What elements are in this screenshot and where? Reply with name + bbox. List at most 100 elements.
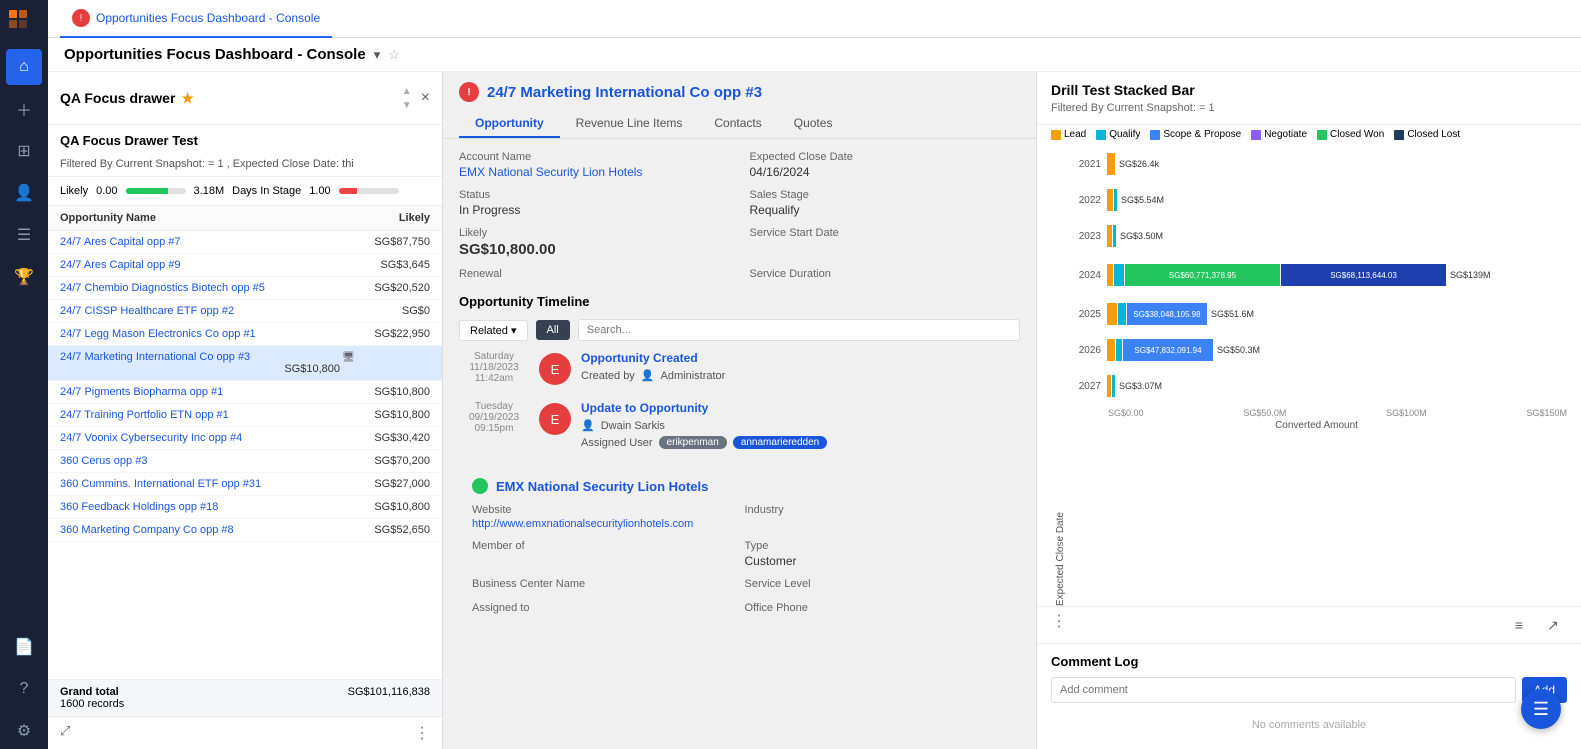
bar-row-2027: 2027 SG$3.07M (1066, 368, 1567, 404)
chart-filter-icon[interactable]: ≡ (1505, 611, 1533, 639)
opp-link[interactable]: 24/7 Chembio Diagnostics Biotech opp #5 (60, 282, 340, 294)
nav-add[interactable]: ＋ (6, 91, 42, 127)
fab-button[interactable]: ☰ (1521, 689, 1561, 729)
opp-link[interactable]: 360 Cerus opp #3 (60, 455, 340, 467)
opp-link[interactable]: 24/7 Ares Capital opp #7 (60, 236, 340, 248)
opp-link[interactable]: 360 Feedback Holdings opp #18 (60, 501, 340, 513)
seg-lead-2022[interactable] (1107, 189, 1113, 211)
badge-annamarie: annamarieredden (733, 436, 827, 449)
account-title[interactable]: EMX National Security Lion Hotels (496, 479, 708, 494)
drawer-star[interactable]: ★ (181, 90, 194, 107)
account-grid: Website http://www.emxnationalsecurityli… (472, 504, 1007, 616)
opp-link[interactable]: 24/7 Legg Mason Electronics Co opp #1 (60, 328, 340, 340)
seg-qualify-2025[interactable] (1118, 303, 1126, 325)
bar-label-2025: 2025 (1066, 309, 1101, 320)
opp-link[interactable]: 24/7 Ares Capital opp #9 (60, 259, 340, 271)
bars-2023: SG$3.50M (1107, 225, 1567, 247)
seg-qualify-2024[interactable] (1114, 264, 1124, 286)
seg-lead-2027[interactable] (1107, 375, 1111, 397)
legend-closed-won-dot (1317, 130, 1327, 140)
app-logo (9, 10, 39, 35)
seg-lead-2026[interactable] (1107, 339, 1115, 361)
seg-lead-2024[interactable] (1107, 264, 1113, 286)
scroll-up[interactable]: ▲ (399, 84, 415, 98)
field-sales-stage: Sales Stage Requalify (750, 189, 1021, 217)
opp-link[interactable]: 360 Cummins. International ETF opp #31 (60, 478, 340, 490)
chart-expand-icon[interactable]: ↗ (1539, 611, 1567, 639)
opp-title[interactable]: 24/7 Marketing International Co opp #3 (487, 84, 762, 101)
opp-link[interactable]: 24/7 CISSP Healthcare ETF opp #2 (60, 305, 340, 317)
no-comments-text: No comments available (1051, 711, 1567, 739)
seg-scope-2026[interactable]: SG$47,832,091.94 (1123, 339, 1213, 361)
value-close-date: 04/16/2024 (750, 165, 1021, 179)
legend-negotiate: Negotiate (1251, 129, 1307, 140)
table-row: 360 Feedback Holdings opp #18 SG$10,800 (48, 496, 442, 519)
x-axis: SG$0.00 SG$50.0M SG$100M SG$150M (1066, 404, 1567, 418)
value-account-name[interactable]: EMX National Security Lion Hotels (459, 165, 730, 179)
tab-revenue-line-items[interactable]: Revenue Line Items (560, 110, 699, 138)
opp-link[interactable]: 24/7 Training Portfolio ETN opp #1 (60, 409, 340, 421)
value-website[interactable]: http://www.emxnationalsecuritylionhotels… (472, 518, 735, 530)
tab-opportunity[interactable]: Opportunity (459, 110, 560, 138)
nav-home[interactable]: ⌂ (6, 49, 42, 85)
tab-opportunities[interactable]: ! Opportunities Focus Dashboard - Consol… (60, 0, 332, 38)
seg-scope-2025[interactable]: SG$38,048,105.98 (1127, 303, 1207, 325)
more-options[interactable]: ⋮ (414, 723, 430, 743)
opp-link[interactable]: 24/7 Voonix Cybersecurity Inc opp #4 (60, 432, 340, 444)
timeline-title-2[interactable]: Update to Opportunity (581, 401, 1020, 415)
user-icon-2: 👤 (581, 419, 595, 432)
field-account-name: Account Name EMX National Security Lion … (459, 151, 730, 179)
value-type: Customer (745, 554, 1008, 568)
filter-all[interactable]: All (536, 320, 570, 340)
legend-lead: Lead (1051, 129, 1086, 140)
comment-input[interactable] (1051, 677, 1516, 703)
comment-log-title: Comment Log (1051, 654, 1567, 669)
nav-filter[interactable]: ☰ (6, 217, 42, 253)
seg-qualify-2022[interactable] (1114, 189, 1117, 211)
seg-qualify-2027[interactable] (1112, 375, 1115, 397)
legend-qualify-dot (1096, 130, 1106, 140)
timeline-date-1: Saturday 11/18/2023 11:42am (459, 351, 529, 385)
seg-lead-2025[interactable] (1107, 303, 1117, 325)
progress-value-right: 3.18M (194, 185, 225, 197)
nav-grid[interactable]: ⊞ (6, 133, 42, 169)
field-industry: Industry (745, 504, 1008, 530)
dropdown-icon[interactable]: ▾ (374, 47, 381, 63)
drawer-close[interactable]: × (421, 89, 430, 107)
opp-link[interactable]: 24/7 Pigments Biopharma opp #1 (60, 386, 340, 398)
scroll-down[interactable]: ▼ (399, 98, 415, 112)
opp-link[interactable]: 360 Marketing Company Co opp #8 (60, 524, 340, 536)
tab-contacts[interactable]: Contacts (698, 110, 777, 138)
chart-more-options[interactable]: ⋮ (1051, 611, 1067, 639)
opp-link[interactable]: 24/7 Marketing International Co opp #3 (60, 351, 340, 363)
seg-qualify-2026[interactable] (1116, 339, 1122, 361)
legend-closed-won: Closed Won (1317, 129, 1384, 140)
focus-drawer: QA Focus drawer ★ ▲ ▼ × QA Focus Drawer … (48, 72, 443, 749)
nav-trophy[interactable]: 🏆 (6, 259, 42, 295)
user-icon-1: 👤 (641, 369, 655, 382)
timeline-assignment: Assigned User erikpenman annamarieredden (581, 436, 1020, 449)
nav-settings[interactable]: ⚙ (6, 713, 42, 749)
table-row: 360 Marketing Company Co opp #8 SG$52,65… (48, 519, 442, 542)
timeline-item-2: Tuesday 09/19/2023 09:15pm E Update to O… (459, 401, 1020, 449)
seg-qualify-2023[interactable] (1113, 225, 1116, 247)
filter-related[interactable]: Related ▾ (459, 320, 528, 341)
dashboard-title: Opportunities Focus Dashboard - Console (64, 46, 366, 63)
nav-user[interactable]: 👤 (6, 175, 42, 211)
progress-label-stage: Days In Stage (232, 185, 301, 197)
tab-quotes[interactable]: Quotes (778, 110, 849, 138)
nav-docs[interactable]: 📄 (6, 629, 42, 665)
timeline-title-1[interactable]: Opportunity Created (581, 351, 1020, 365)
footer-label: Grand total 1600 records (60, 686, 124, 710)
seg-closed-won-2024[interactable]: SG$60,771,378.95 (1125, 264, 1280, 286)
expand-icon[interactable]: ⤢ (60, 723, 70, 743)
opp-amount: SG$22,950 (340, 328, 430, 340)
seg-lead-2021[interactable] (1107, 153, 1115, 175)
nav-help[interactable]: ? (6, 671, 42, 707)
bars-2022: SG$5.54M (1107, 189, 1567, 211)
seg-lead-2023[interactable] (1107, 225, 1112, 247)
opp-amount: SG$0 (340, 305, 430, 317)
timeline-search[interactable] (578, 319, 1020, 341)
star-icon[interactable]: ☆ (388, 47, 400, 63)
seg-closed-lost-2024[interactable]: SG$68,113,644.03 (1281, 264, 1446, 286)
